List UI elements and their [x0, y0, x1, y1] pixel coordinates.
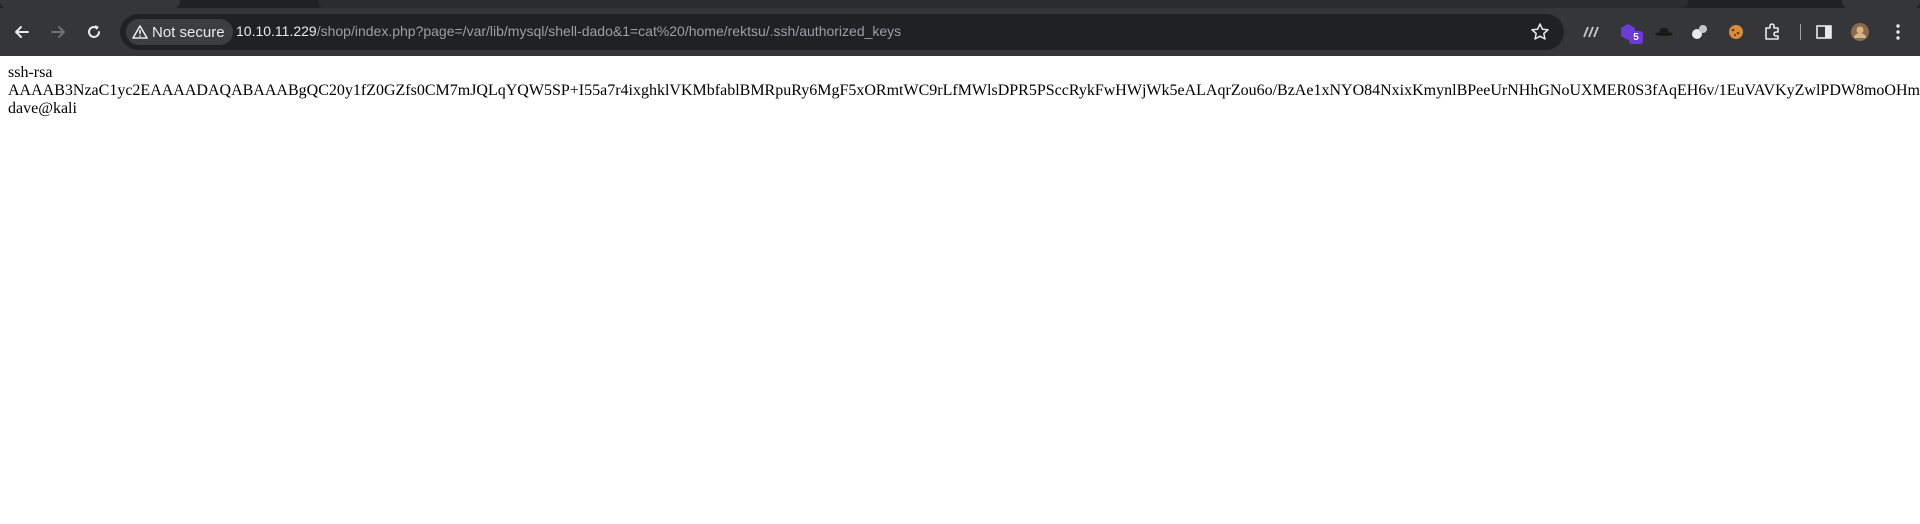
security-label: Not secure — [152, 23, 225, 41]
address-bar[interactable]: Not secure 10.10.11.229/shop/index.php?p… — [120, 14, 1564, 50]
bookmark-button[interactable] — [1530, 22, 1550, 47]
toolbar-separator — [1800, 24, 1801, 40]
security-chip[interactable]: Not secure — [126, 19, 233, 45]
tab-active[interactable] — [318, 0, 1688, 8]
browser-toolbar: Not secure 10.10.11.229/shop/index.php?p… — [0, 8, 1920, 56]
kebab-menu-icon — [1896, 24, 1900, 40]
extension-button[interactable] — [1724, 20, 1748, 44]
tab[interactable] — [0, 0, 180, 8]
side-panel-icon — [1816, 25, 1832, 39]
tab-strip — [0, 0, 1920, 8]
extensions-menu-button[interactable] — [1760, 20, 1784, 44]
url-text[interactable]: 10.10.11.229/shop/index.php?page=/var/li… — [236, 23, 901, 39]
reload-icon — [88, 25, 100, 38]
extension-button[interactable]: 5 — [1616, 20, 1643, 44]
profile-avatar-button[interactable] — [1848, 20, 1872, 44]
text-line: AAAAB3NzaC1yc2EAAAADAQABAAABgQC20y1fZ0GZ… — [8, 82, 1920, 99]
reload-button[interactable] — [80, 18, 108, 46]
avatar-icon — [1851, 23, 1869, 41]
extension-button[interactable] — [1580, 20, 1604, 44]
puzzle-icon — [1765, 23, 1779, 40]
text-line: ssh-rsa — [8, 64, 53, 81]
arrow-left-icon — [15, 26, 29, 38]
text-line: dave@kali — [8, 100, 77, 117]
url-path: /shop/index.php?page=/var/lib/mysql/shel… — [316, 23, 902, 39]
hat-icon — [1655, 28, 1673, 36]
page-content: ssh-rsa AAAAB3NzaC1yc2EAAAADAQABAAABgQC2… — [8, 64, 1920, 118]
warning-icon — [132, 25, 148, 39]
cookie-icon — [1729, 25, 1743, 39]
forward-button[interactable] — [44, 18, 72, 46]
extension-button[interactable] — [1688, 20, 1712, 44]
url-host: 10.10.11.229 — [236, 23, 317, 39]
extension-button[interactable] — [1652, 20, 1676, 44]
browser-menu-button[interactable] — [1886, 20, 1910, 44]
cookies-icon — [1692, 25, 1707, 39]
back-button[interactable] — [8, 18, 36, 46]
star-icon — [1531, 23, 1549, 40]
sliders-extension-icon — [1583, 26, 1599, 38]
extension-count-badge: 5 — [1629, 31, 1643, 44]
side-panel-button[interactable] — [1812, 20, 1836, 44]
tab[interactable] — [1842, 0, 1920, 8]
arrow-right-icon — [51, 26, 65, 38]
